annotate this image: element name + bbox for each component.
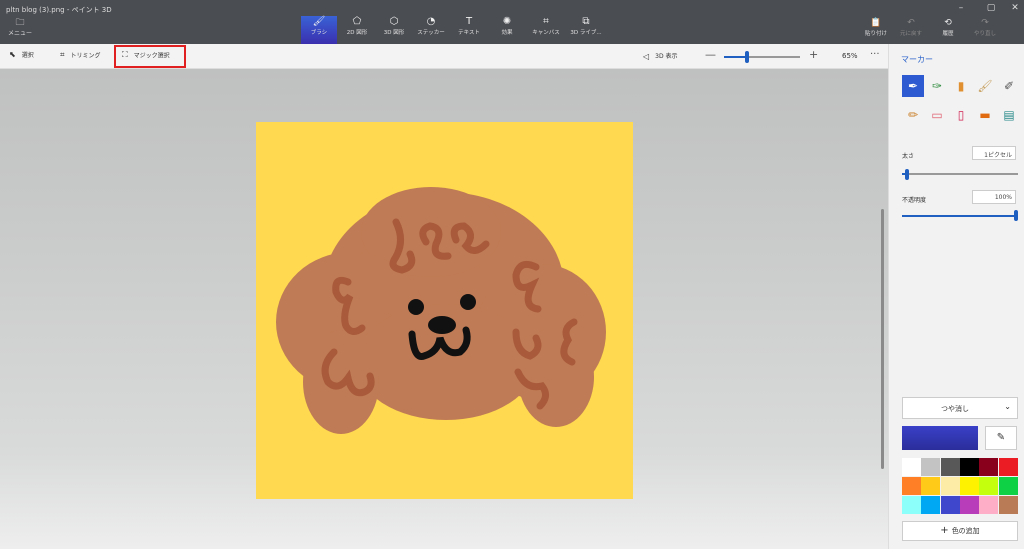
- finish-dropdown[interactable]: つや消し ⌄: [902, 397, 1018, 419]
- zoom-slider-thumb[interactable]: [744, 51, 749, 63]
- size-slider-thumb[interactable]: [905, 169, 910, 180]
- color-swatch[interactable]: [921, 496, 941, 514]
- size-slider[interactable]: [902, 173, 1018, 175]
- color-swatch[interactable]: [921, 458, 941, 476]
- color-swatch[interactable]: [959, 477, 979, 495]
- color-swatch[interactable]: [998, 496, 1018, 514]
- zoom-out-button[interactable]: —: [705, 48, 716, 61]
- undo-button[interactable]: ↶ 元に戻す: [897, 18, 925, 42]
- opacity-slider-fill: [902, 215, 1018, 217]
- redo-icon: ↷: [981, 18, 989, 28]
- crop-button[interactable]: ⌗ トリミング: [60, 50, 101, 60]
- color-swatch[interactable]: [959, 458, 979, 476]
- color-swatch[interactable]: [902, 477, 921, 495]
- tab-3d-library[interactable]: ⧉ 3D ライブ...: [566, 16, 606, 44]
- paste-icon: 📋: [870, 18, 882, 28]
- fill-icon[interactable]: ▤: [998, 104, 1020, 126]
- color-swatch[interactable]: [902, 458, 921, 476]
- poodle-illustration: [276, 187, 606, 434]
- chevron-down-icon: ⌄: [1004, 402, 1011, 411]
- pencil-icon[interactable]: ✏: [902, 104, 924, 126]
- size-input[interactable]: 1ピクセル: [972, 146, 1016, 160]
- calligraphy-pen-icon[interactable]: ✑: [926, 75, 948, 97]
- color-swatch[interactable]: [940, 496, 960, 514]
- eyedropper-button[interactable]: ✎: [985, 426, 1017, 450]
- color-swatch[interactable]: [979, 496, 999, 514]
- 3d-view-icon: ◁: [643, 52, 650, 61]
- opacity-label: 不透明度: [902, 197, 927, 204]
- effects-icon: ✺: [502, 16, 512, 27]
- redo-button[interactable]: ↷ やり直し: [970, 18, 1000, 42]
- tab-2d-shapes[interactable]: ⬠ 2D 図形: [340, 16, 374, 44]
- color-swatch[interactable]: [998, 458, 1018, 476]
- menu-button[interactable]: 🗀 メニュー: [6, 18, 34, 40]
- more-options-button[interactable]: ···: [870, 49, 880, 60]
- 3d-shapes-icon: ⬡: [389, 16, 399, 27]
- color-swatch[interactable]: [902, 496, 921, 514]
- color-swatch[interactable]: [959, 496, 979, 514]
- window-title: pltn blog (3).png - ペイント 3D: [6, 6, 112, 14]
- plus-icon: +: [940, 525, 949, 536]
- pixel-pen-icon[interactable]: ✐: [998, 75, 1020, 97]
- text-icon: T: [465, 16, 473, 27]
- stickers-icon: ◔: [426, 16, 436, 27]
- magic-select-highlight: [114, 45, 186, 68]
- history-icon: ⟲: [944, 18, 952, 28]
- vertical-scrollbar[interactable]: [881, 209, 884, 469]
- tab-brush[interactable]: 🖌 ブラシ: [301, 16, 337, 44]
- zoom-slider[interactable]: [724, 51, 800, 63]
- ribbon-bar: pltn blog (3).png - ペイント 3D – ▢ ✕ 🗀 メニュー…: [0, 0, 1024, 44]
- panel-title: マーカー: [901, 55, 933, 64]
- paste-button[interactable]: 📋 貼り付け: [862, 18, 890, 42]
- minimize-button[interactable]: –: [948, 3, 974, 13]
- tab-3d-shapes[interactable]: ⬡ 3D 図形: [377, 16, 411, 44]
- select-button[interactable]: ⬉ 選択: [9, 50, 34, 59]
- spray-can-icon[interactable]: ▬: [974, 104, 996, 126]
- folder-icon: 🗀: [15, 18, 25, 28]
- zoom-level: 65%: [842, 52, 858, 60]
- drawing-canvas[interactable]: [256, 122, 633, 499]
- opacity-slider-thumb[interactable]: [1014, 210, 1018, 221]
- opacity-input[interactable]: 100%: [972, 190, 1016, 204]
- close-button[interactable]: ✕: [1002, 3, 1024, 13]
- tab-stickers[interactable]: ◔ ステッカー: [414, 16, 448, 44]
- eraser-icon[interactable]: ▭: [926, 104, 948, 126]
- tab-effects[interactable]: ✺ 効果: [490, 16, 524, 44]
- 3d-library-icon: ⧉: [582, 16, 590, 27]
- maximize-button[interactable]: ▢: [978, 3, 1004, 13]
- crayon-icon[interactable]: ▯: [950, 104, 972, 126]
- color-swatch[interactable]: [940, 458, 960, 476]
- canvas-icon: ⌗: [543, 16, 549, 27]
- paint3d-app: pltn blog (3).png - ペイント 3D – ▢ ✕ 🗀 メニュー…: [0, 0, 1024, 549]
- color-swatch[interactable]: [921, 477, 941, 495]
- color-swatch[interactable]: [979, 458, 999, 476]
- zoom-in-button[interactable]: +: [809, 48, 818, 61]
- brush-icon: 🖌: [312, 16, 326, 27]
- current-color-swatch[interactable]: [902, 426, 978, 450]
- color-swatch[interactable]: [998, 477, 1018, 495]
- oil-brush-icon[interactable]: ▮: [950, 75, 972, 97]
- color-swatch[interactable]: [979, 477, 999, 495]
- view-3d-toggle[interactable]: ◁ 3D 表示: [643, 51, 678, 61]
- brush-panel: マーカー ✒ ✑ ▮ 🖌 ✐ ✏ ▭ ▯ ▬ ▤ 太さ 1ピクセル 不透明度 100% つや消し …: [888, 44, 1024, 549]
- selection-toolbar: ⬉ 選択 ⌗ トリミング ⛶ マジック選択 ◁ 3D 表示 — + 65% ···: [0, 44, 888, 69]
- watercolor-icon[interactable]: 🖌: [974, 75, 996, 97]
- marker-icon[interactable]: ✒: [902, 75, 924, 97]
- tab-text[interactable]: T テキスト: [452, 16, 486, 44]
- zoom-slider-fill: [724, 56, 747, 58]
- size-label: 太さ: [902, 153, 915, 160]
- 2d-shapes-icon: ⬠: [352, 16, 362, 27]
- tab-canvas[interactable]: ⌗ キャンバス: [528, 16, 564, 44]
- history-button[interactable]: ⟲ 履歴: [935, 18, 961, 42]
- eyedropper-icon: ✎: [996, 432, 1006, 443]
- color-swatch[interactable]: [940, 477, 960, 495]
- undo-icon: ↶: [907, 18, 915, 28]
- crop-icon: ⌗: [60, 50, 65, 59]
- cursor-icon: ⬉: [9, 50, 16, 59]
- add-color-button[interactable]: + 色の追加: [902, 521, 1018, 541]
